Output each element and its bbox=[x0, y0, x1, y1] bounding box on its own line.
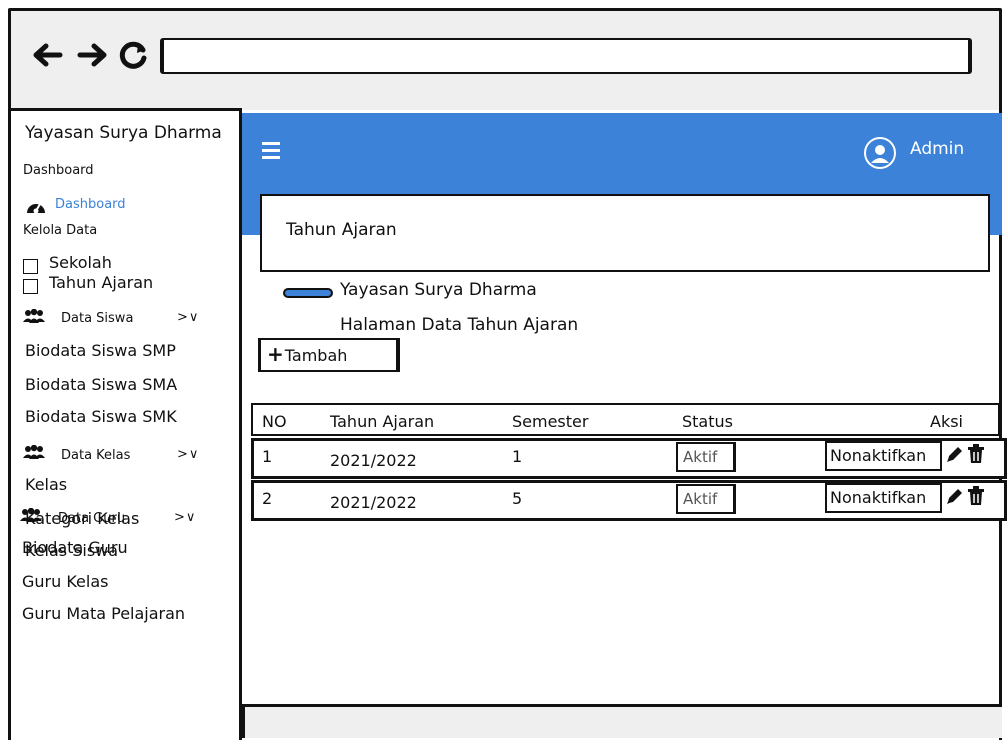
breadcrumb[interactable]: Yayasan Surya Dharma bbox=[340, 280, 537, 300]
sidebar-item-guru-mapel[interactable]: Guru Mata Pelajaran bbox=[22, 604, 185, 623]
sidebar-item-kelas[interactable]: Kelas bbox=[25, 475, 67, 494]
reload-icon[interactable] bbox=[116, 38, 150, 72]
group-data-guru[interactable]: Data Guru bbox=[58, 511, 125, 526]
page-subtitle: Halaman Data Tahun Ajaran bbox=[340, 315, 579, 335]
users-icon bbox=[23, 445, 45, 459]
sidebar-item-biodata-sma[interactable]: Biodata Siswa SMA bbox=[25, 375, 177, 394]
column-header-no: NO bbox=[262, 412, 287, 431]
checkbox-icon[interactable] bbox=[23, 259, 38, 274]
section-kelola-heading: Kelola Data bbox=[23, 223, 98, 238]
cell-semester: 5 bbox=[512, 489, 523, 508]
checkbox-icon[interactable] bbox=[23, 279, 38, 294]
cell-semester: 1 bbox=[512, 447, 523, 466]
status-badge: Aktif bbox=[676, 484, 736, 514]
sidebar: Yayasan Surya Dharma Dashboard Dashboard… bbox=[8, 108, 242, 740]
column-header-status: Status bbox=[682, 412, 733, 431]
user-avatar-icon[interactable] bbox=[864, 137, 896, 169]
add-button-label: Tambah bbox=[284, 346, 348, 365]
sidebar-item-tahun-ajaran[interactable]: Tahun Ajaran bbox=[49, 273, 153, 292]
deactivate-button[interactable]: Nonaktifkan bbox=[825, 441, 942, 471]
sidebar-item-biodata-guru[interactable]: Biodata Guru bbox=[22, 538, 128, 557]
section-dashboard-heading: Dashboard bbox=[23, 163, 94, 178]
status-badge: Aktif bbox=[676, 442, 736, 472]
edit-pencil-icon[interactable] bbox=[945, 444, 965, 469]
forward-arrow-icon[interactable] bbox=[76, 38, 110, 72]
user-name-label[interactable]: Admin bbox=[910, 139, 964, 159]
cell-no: 2 bbox=[262, 489, 273, 508]
group-data-kelas[interactable]: Data Kelas bbox=[61, 448, 130, 463]
sidebar-item-biodata-smk[interactable]: Biodata Siswa SMK bbox=[25, 407, 177, 426]
chevron-down-icon[interactable]: >∨ bbox=[177, 310, 199, 325]
edit-pencil-icon[interactable] bbox=[945, 486, 965, 511]
plus-icon: + bbox=[267, 342, 284, 366]
users-icon bbox=[23, 309, 45, 323]
users-icon bbox=[20, 508, 42, 522]
trash-icon[interactable] bbox=[967, 444, 985, 469]
url-bar[interactable] bbox=[160, 38, 972, 74]
column-header-tahun-ajaran: Tahun Ajaran bbox=[330, 412, 435, 431]
group-data-siswa[interactable]: Data Siswa bbox=[61, 311, 133, 326]
brand-title: Yayasan Surya Dharma bbox=[25, 123, 222, 143]
hamburger-menu-icon[interactable] bbox=[262, 142, 284, 160]
cell-tahun-ajaran: 2021/2022 bbox=[330, 451, 417, 470]
footer-bar bbox=[242, 704, 1002, 738]
cell-no: 1 bbox=[262, 447, 273, 466]
sidebar-item-sekolah[interactable]: Sekolah bbox=[49, 253, 112, 272]
column-header-semester: Semester bbox=[512, 412, 589, 431]
gauge-icon bbox=[27, 203, 45, 214]
chevron-down-icon[interactable]: >∨ bbox=[174, 510, 196, 525]
add-button[interactable]: +Tambah bbox=[258, 338, 400, 372]
chevron-down-icon[interactable]: >∨ bbox=[177, 447, 199, 462]
column-header-aksi: Aksi bbox=[930, 412, 963, 431]
trash-icon[interactable] bbox=[967, 486, 985, 511]
cell-tahun-ajaran: 2021/2022 bbox=[330, 493, 417, 512]
back-arrow-icon[interactable] bbox=[30, 38, 64, 72]
breadcrumb-home-icon[interactable] bbox=[283, 288, 333, 298]
sidebar-item-guru-kelas[interactable]: Guru Kelas bbox=[22, 572, 108, 591]
deactivate-button[interactable]: Nonaktifkan bbox=[825, 483, 942, 513]
page-title: Tahun Ajaran bbox=[286, 220, 397, 240]
sidebar-item-dashboard[interactable]: Dashboard bbox=[55, 197, 126, 212]
sidebar-item-biodata-smp[interactable]: Biodata Siswa SMP bbox=[25, 341, 176, 360]
